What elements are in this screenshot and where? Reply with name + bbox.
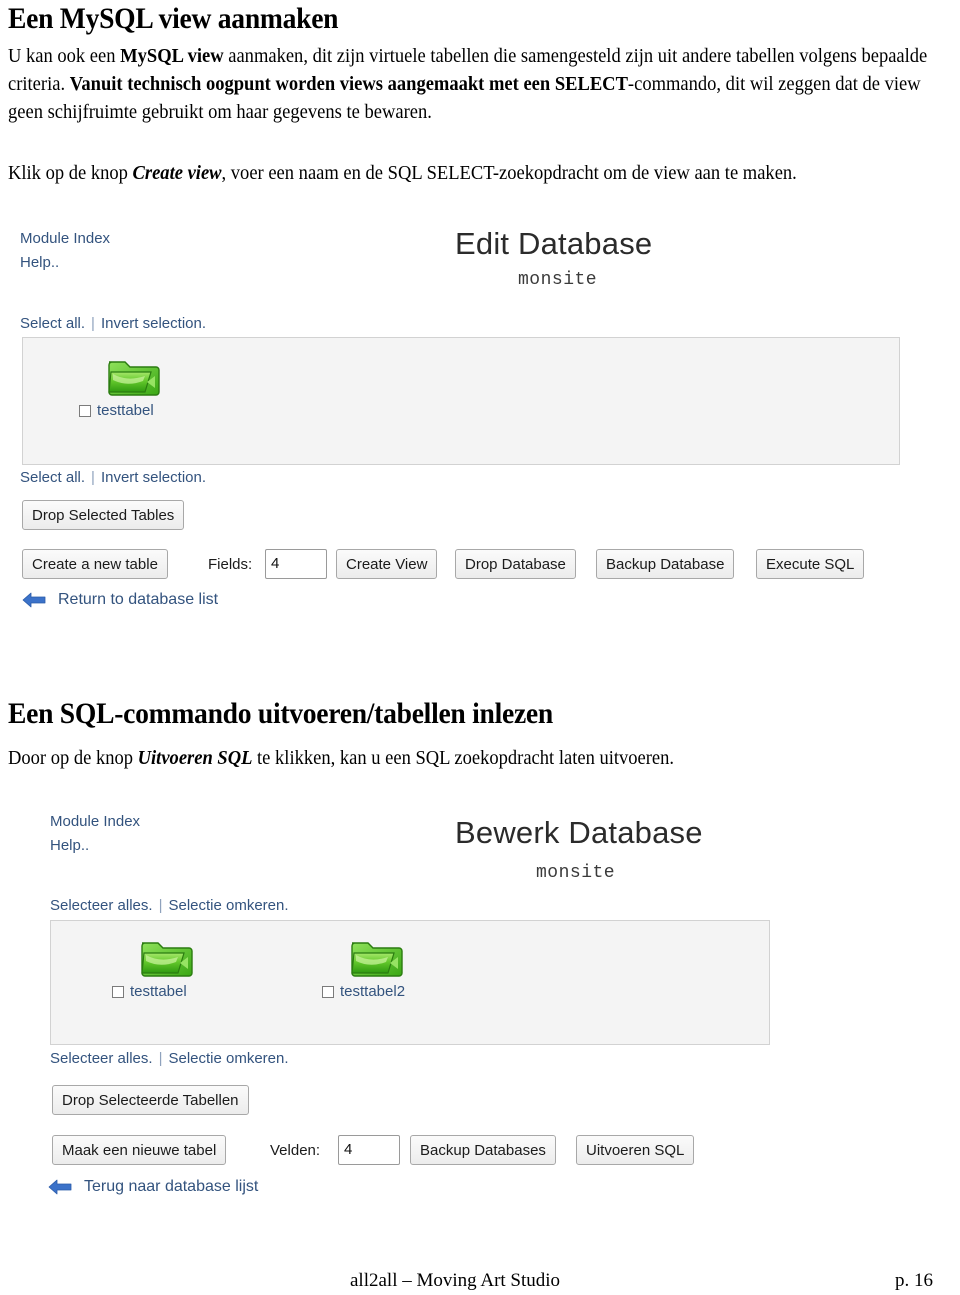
fields-label: Fields: [208, 556, 253, 573]
para-run: te klikken, kan u een SQL zoekopdracht l… [252, 748, 675, 769]
link-invert-selection[interactable]: Selectie omkeren. [168, 1050, 288, 1067]
table-item-row[interactable]: testtabel [106, 983, 226, 1000]
section-2-paragraph-1: Door op de knop Uitvoeren SQL te klikken… [8, 745, 930, 773]
execute-sql-button[interactable]: Execute SQL [756, 549, 865, 579]
select-bar-bottom-nl: Selecteer alles. | Selectie omkeren. [50, 1050, 289, 1067]
para-run: , voer een naam en de SQL SELECT-zoekopd… [221, 163, 797, 184]
table-item[interactable]: testtabel [73, 354, 193, 419]
return-to-database-list-link[interactable]: Terug naar database lijst [48, 1177, 258, 1197]
table-item-row[interactable]: testtabel2 [316, 983, 436, 1000]
link-invert-selection[interactable]: Selectie omkeren. [168, 897, 288, 914]
table-checkbox[interactable] [79, 404, 91, 417]
separator: | [158, 897, 163, 914]
screenshot-bewerk-database-nl: Module Index Help.. Bewerk Database mons… [0, 805, 940, 1205]
section-1-paragraph-1: U kan ook een MySQL view aanmaken, dit z… [8, 43, 930, 127]
page-title-en: Edit Database [455, 226, 653, 261]
link-invert-selection[interactable]: Invert selection. [101, 469, 206, 486]
page-title-nl: Bewerk Database [455, 815, 703, 850]
para-run-bolditalic: Create view [132, 163, 222, 184]
tables-panel-en: testtabel [22, 337, 900, 465]
fields-label: Velden: [270, 1142, 321, 1159]
para-run-bold: MySQL view [120, 46, 224, 67]
para-run: Klik op de knop [8, 163, 133, 184]
link-module-index[interactable]: Module Index [20, 230, 110, 247]
select-bar-bottom-en: Select all. | Invert selection. [20, 469, 206, 486]
table-item[interactable]: testtabel2 [316, 935, 436, 1000]
fields-input[interactable]: 4 [338, 1135, 400, 1165]
para-run-bolditalic: Uitvoeren SQL [137, 748, 253, 769]
folder-icon [348, 935, 404, 979]
page-subtitle-en: monsite [518, 270, 598, 290]
create-view-button[interactable]: Create View [336, 549, 438, 579]
section-1-heading: Een MySQL view aanmaken [8, 2, 339, 35]
drop-selected-tables-button[interactable]: Drop Selected Tables [22, 500, 185, 530]
return-link-label[interactable]: Terug naar database lijst [84, 1178, 258, 1196]
tables-panel-nl: testtabel testtabel2 [50, 920, 770, 1045]
folder-icon [138, 935, 194, 979]
separator: | [158, 1050, 163, 1067]
create-new-table-button[interactable]: Maak een nieuwe tabel [52, 1135, 227, 1165]
table-item[interactable]: testtabel [106, 935, 226, 1000]
link-select-all[interactable]: Select all. [20, 469, 85, 486]
return-link-label[interactable]: Return to database list [58, 591, 218, 609]
table-name-label[interactable]: testtabel [97, 402, 154, 419]
fields-input[interactable]: 4 [265, 549, 327, 579]
backup-database-button[interactable]: Backup Database [596, 549, 735, 579]
para-run-bold: Vanuit technisch oogpunt worden views aa… [69, 74, 628, 95]
table-name-label[interactable]: testtabel2 [340, 983, 405, 1000]
link-help[interactable]: Help.. [20, 254, 59, 271]
folder-icon [105, 354, 161, 398]
separator: | [91, 469, 95, 486]
table-checkbox[interactable] [112, 985, 124, 998]
select-bar-top-nl: Selecteer alles. | Selectie omkeren. [50, 897, 289, 914]
para-run: Door op de knop [8, 748, 138, 769]
create-new-table-button[interactable]: Create a new table [22, 549, 168, 579]
footer-page-number: p. 16 [895, 1270, 933, 1291]
separator: | [91, 315, 95, 332]
arrow-left-icon [48, 1177, 72, 1197]
footer-text: all2all – Moving Art Studio [350, 1270, 561, 1291]
link-help[interactable]: Help.. [50, 837, 89, 854]
return-to-database-list-link[interactable]: Return to database list [22, 590, 218, 610]
link-select-all[interactable]: Selecteer alles. [50, 1050, 153, 1067]
table-item-row[interactable]: testtabel [73, 402, 193, 419]
para-run: U kan ook een [8, 46, 121, 67]
execute-sql-button[interactable]: Uitvoeren SQL [576, 1135, 695, 1165]
arrow-left-icon [22, 590, 46, 610]
table-name-label[interactable]: testtabel [130, 983, 187, 1000]
page-subtitle-nl: monsite [536, 863, 616, 883]
backup-database-button[interactable]: Backup Databases [410, 1135, 556, 1165]
section-1-paragraph-2: Klik op de knop Create view, voer een na… [8, 160, 930, 188]
section-2-heading: Een SQL-commando uitvoeren/tabellen inle… [8, 697, 553, 730]
table-checkbox[interactable] [322, 985, 334, 998]
drop-database-button[interactable]: Drop Database [455, 549, 576, 579]
drop-selected-tables-button[interactable]: Drop Selecteerde Tabellen [52, 1085, 249, 1115]
select-bar-top-en: Select all. | Invert selection. [20, 315, 206, 332]
link-select-all[interactable]: Selecteer alles. [50, 897, 153, 914]
document-page: Een MySQL view aanmaken U kan ook een My… [0, 0, 960, 1295]
link-select-all[interactable]: Select all. [20, 315, 85, 332]
link-invert-selection[interactable]: Invert selection. [101, 315, 206, 332]
link-module-index[interactable]: Module Index [50, 813, 140, 830]
screenshot-edit-database-en: Module Index Help.. Edit Database monsit… [0, 222, 910, 622]
